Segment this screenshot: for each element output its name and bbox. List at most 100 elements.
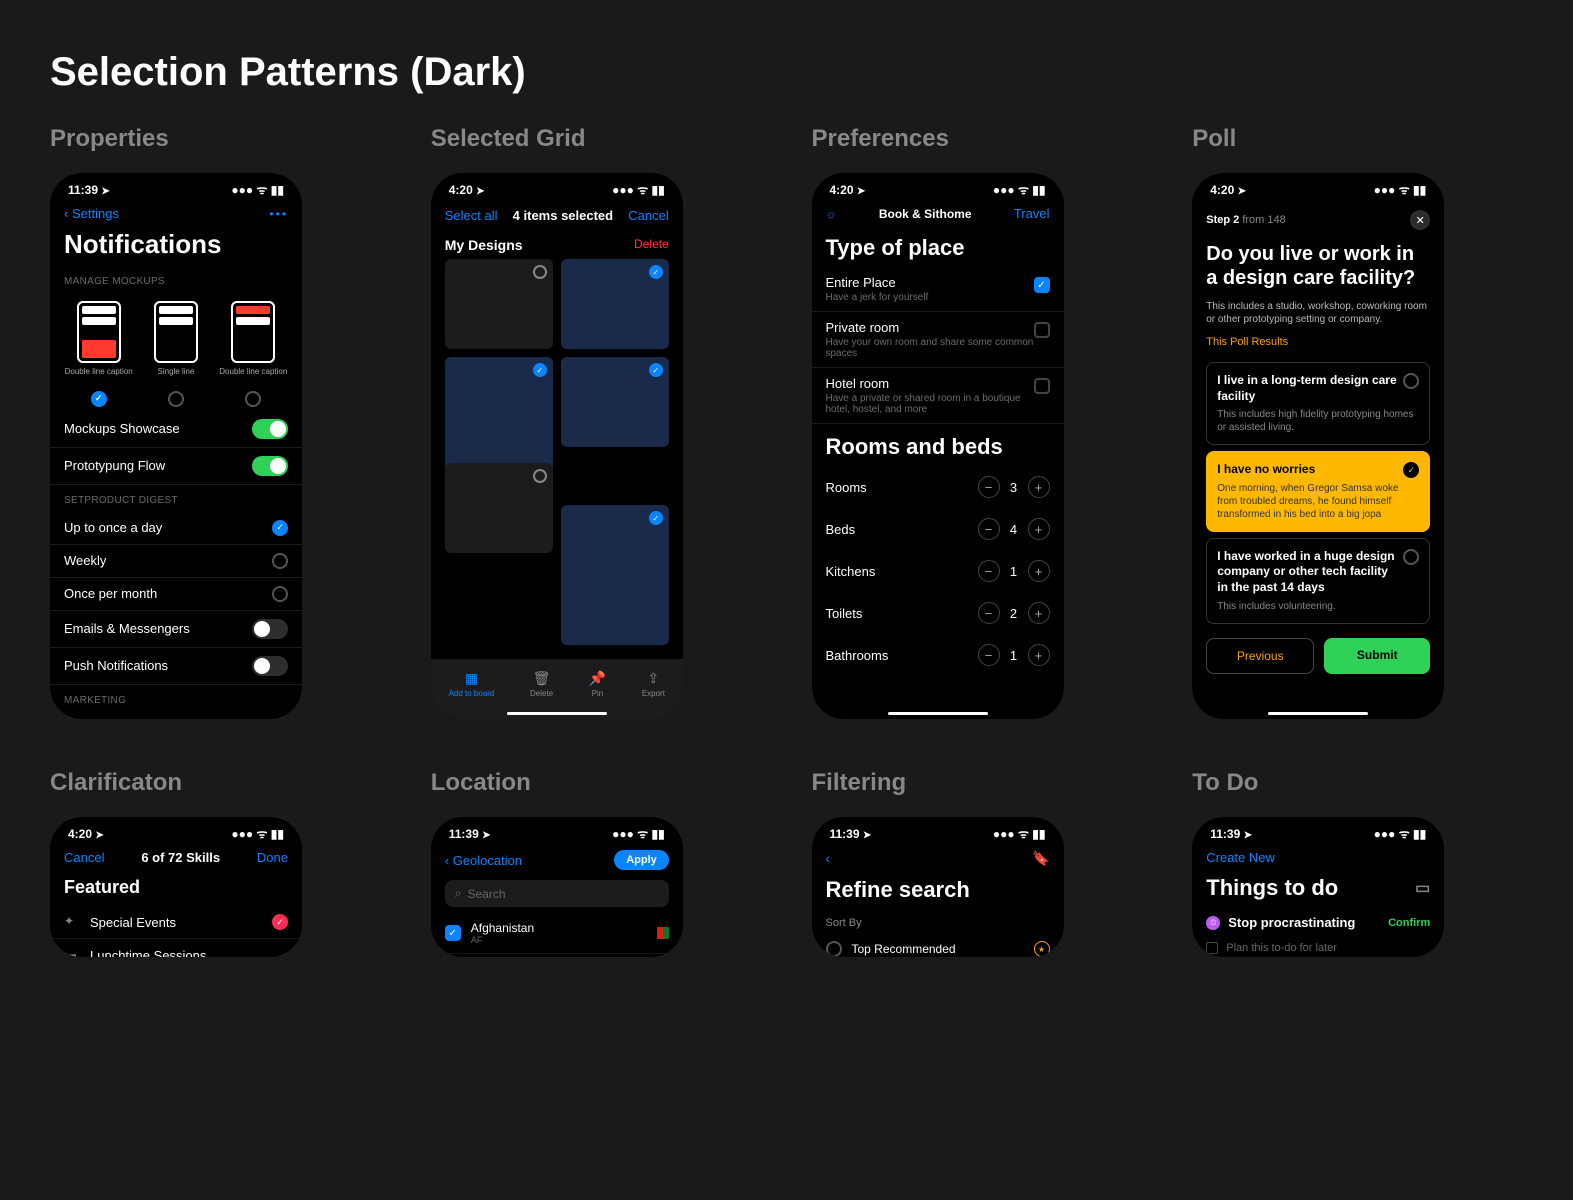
close-button[interactable]: ✕ xyxy=(1410,210,1430,230)
minus-button[interactable]: − xyxy=(978,518,1000,540)
poll-option[interactable]: I live in a long-term design care facili… xyxy=(1206,362,1430,445)
toggle[interactable] xyxy=(252,656,288,676)
sunrise-icon[interactable]: ☼ xyxy=(826,207,837,221)
radio[interactable] xyxy=(272,586,288,602)
previous-button[interactable]: Previous xyxy=(1206,638,1314,674)
phone-clarification: 4:20 ➤●●● ᯤ ▮▮ Cancel 6 of 72 Skills Don… xyxy=(50,817,302,957)
delete-button[interactable]: Delete xyxy=(634,237,669,253)
list-label: Prototypung Flow xyxy=(64,458,165,473)
tab-add[interactable]: ▦Add to board xyxy=(449,670,495,698)
bookmark-icon[interactable]: 🔖 xyxy=(1032,850,1049,867)
radio[interactable] xyxy=(272,553,288,569)
stepper-label: Toilets xyxy=(826,606,863,621)
tab-bar: ▦Add to board 🗑Delete 📌Pin ⇪Export xyxy=(431,659,683,719)
poll-option-desc: This includes high fidelity prototyping … xyxy=(1217,408,1419,434)
confirm-button[interactable]: Confirm xyxy=(1388,917,1430,929)
select-all-button[interactable]: Select all xyxy=(445,208,498,223)
phone-poll: 4:20 ➤●●● ᯤ ▮▮ Step 2 from 148 ✕ Do you … xyxy=(1192,173,1444,719)
plus-button[interactable]: + xyxy=(1028,560,1050,582)
stepper-value: 4 xyxy=(1008,522,1020,537)
phone-preferences: 4:20 ➤●●● ᯤ ▮▮ ☼ Book & Sithome Travel T… xyxy=(812,173,1064,719)
checkbox[interactable] xyxy=(1034,277,1050,293)
sort-option[interactable]: Top Recommended★ xyxy=(812,933,1064,957)
status-time: 4:20 ➤ xyxy=(449,183,485,197)
minus-button[interactable]: − xyxy=(978,602,1000,624)
section-preferences: Preferences xyxy=(812,125,1143,153)
cancel-button[interactable]: Cancel xyxy=(628,208,668,223)
plus-button[interactable]: + xyxy=(1028,644,1050,666)
status-time: 11:39 ➤ xyxy=(449,827,491,841)
sort-label: Sort By xyxy=(812,909,1064,933)
list-label: Special Events xyxy=(90,915,262,930)
minus-button[interactable]: − xyxy=(978,560,1000,582)
poll-option-title: I live in a long-term design care facili… xyxy=(1217,373,1419,404)
done-button[interactable]: Done xyxy=(257,850,288,865)
plus-button[interactable]: + xyxy=(1028,602,1050,624)
list-item[interactable]: ▬Lunchtime Sessions xyxy=(50,939,302,957)
poll-option[interactable]: I have no worriesOne morning, when Grego… xyxy=(1206,451,1430,532)
star-icon: ✦ xyxy=(64,914,80,930)
status-time: 4:20 ➤ xyxy=(830,183,866,197)
pref-desc: Have a jerk for yourself xyxy=(826,292,1034,303)
section-location: Location xyxy=(431,769,762,797)
travel-link[interactable]: Travel xyxy=(1014,206,1050,221)
section-label: MANAGE MOCKUPS xyxy=(50,266,302,293)
mockup-option[interactable]: Double line caption xyxy=(64,301,134,377)
create-new-link[interactable]: Create New xyxy=(1206,850,1275,865)
clock-icon: ⏲ xyxy=(1206,916,1220,930)
checkbox[interactable] xyxy=(1206,942,1218,954)
toggle[interactable] xyxy=(252,619,288,639)
radio[interactable] xyxy=(168,391,184,407)
tab-pin[interactable]: 📌Pin xyxy=(589,670,606,698)
minus-button[interactable]: − xyxy=(978,644,1000,666)
list-item[interactable]: ✦ Special Events xyxy=(50,906,302,939)
submit-button[interactable]: Submit xyxy=(1324,638,1430,674)
back-button[interactable]: ‹ Geolocation xyxy=(445,853,522,868)
toggle[interactable] xyxy=(252,419,288,439)
check-icon xyxy=(272,914,288,930)
cancel-button[interactable]: Cancel xyxy=(64,850,104,865)
back-button[interactable]: ‹ xyxy=(826,850,831,867)
list-label: Emails & Messengers xyxy=(64,621,190,636)
radio[interactable] xyxy=(245,391,261,407)
section-heading: Featured xyxy=(50,869,302,906)
stepper-label: Beds xyxy=(826,522,856,537)
back-button[interactable]: ‹ Settings xyxy=(64,206,119,221)
list-label: Weekly xyxy=(64,553,106,568)
grid-cell[interactable] xyxy=(445,463,553,553)
checkbox[interactable] xyxy=(1034,378,1050,394)
section-selected-grid: Selected Grid xyxy=(431,125,762,153)
grid-cell[interactable] xyxy=(445,259,553,349)
plus-button[interactable]: + xyxy=(1028,476,1050,498)
grid-cell[interactable] xyxy=(561,259,669,349)
location-row[interactable]: AfghanistanAF xyxy=(431,913,683,954)
checkbox[interactable] xyxy=(1034,322,1050,338)
more-button[interactable]: ••• xyxy=(269,207,288,221)
tab-delete[interactable]: 🗑Delete xyxy=(530,670,553,698)
status-time: 4:20 ➤ xyxy=(1210,183,1246,197)
mockup-option[interactable]: Double line caption xyxy=(218,301,288,377)
pref-label: Private room xyxy=(826,320,1034,335)
radio[interactable] xyxy=(272,520,288,536)
search-input[interactable]: ⌕Search xyxy=(445,880,669,907)
circle-icon xyxy=(533,265,547,279)
plus-button[interactable]: + xyxy=(1028,518,1050,540)
location-row[interactable]: Aland IslandsAX xyxy=(431,954,683,957)
home-indicator xyxy=(888,712,988,715)
card-icon[interactable]: ▭ xyxy=(1415,878,1430,898)
apply-button[interactable]: Apply xyxy=(614,850,669,870)
toggle[interactable] xyxy=(252,456,288,476)
poll-results-link[interactable]: This Poll Results xyxy=(1192,332,1444,356)
step-indicator: Step 2 from 148 xyxy=(1206,214,1285,226)
mockup-option[interactable]: Single line xyxy=(141,301,211,377)
tab-export[interactable]: ⇪Export xyxy=(642,670,665,698)
poll-option[interactable]: I have worked in a huge design company o… xyxy=(1206,538,1430,624)
section-todo: To Do xyxy=(1192,769,1523,797)
grid-cell[interactable] xyxy=(561,505,669,645)
grid-cell[interactable] xyxy=(561,357,669,447)
minus-button[interactable]: − xyxy=(978,476,1000,498)
radio[interactable] xyxy=(91,391,107,407)
list-label: Lunchtime Sessions xyxy=(90,948,288,958)
star-badge-icon: ★ xyxy=(1034,941,1050,957)
pref-desc: Have your own room and share some common… xyxy=(826,337,1034,359)
